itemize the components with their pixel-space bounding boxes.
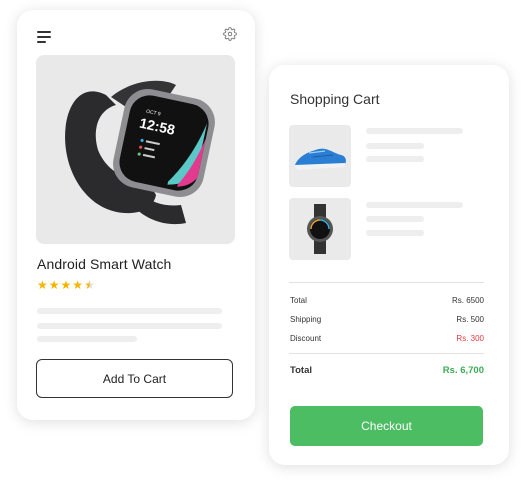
- hamburger-menu-icon[interactable]: [37, 31, 51, 43]
- subtotal-label: Total: [290, 296, 307, 305]
- item-placeholder-line: [366, 156, 424, 162]
- product-card: OCT 9 12:58 Android Smart Watch ★ ★ ★ ★ ★ Ad…: [17, 10, 255, 420]
- grand-total-row: Total Rs. 6,700: [290, 365, 484, 376]
- shipping-value: Rs. 500: [456, 315, 484, 324]
- sneaker-image: [295, 148, 346, 170]
- gear-icon[interactable]: [223, 27, 237, 41]
- rating-stars: ★ ★ ★ ★ ★: [37, 279, 95, 291]
- description-placeholder-line: [37, 336, 137, 342]
- item-placeholder-line: [366, 216, 424, 222]
- item-placeholder-line: [366, 128, 463, 134]
- grand-total-label: Total: [290, 365, 312, 376]
- cart-title: Shopping Cart: [290, 91, 380, 107]
- star-icon: ★: [48, 278, 60, 292]
- cart-item-thumbnail-sneaker[interactable]: [289, 125, 351, 187]
- shopping-cart-card: Shopping Cart Total Rs. 6500 Shipping Rs…: [269, 65, 509, 465]
- description-placeholder-line: [37, 323, 222, 329]
- add-to-cart-button[interactable]: Add To Cart: [36, 359, 233, 398]
- description-placeholder-line: [37, 308, 222, 314]
- star-icon: ★: [37, 278, 48, 292]
- smart-watch-thumb-image: [307, 204, 333, 254]
- star-icon: ★: [72, 278, 84, 292]
- cart-item-thumbnail-watch[interactable]: [289, 198, 351, 260]
- subtotal-value: Rs. 6500: [451, 296, 484, 305]
- divider: [289, 282, 484, 283]
- discount-label: Discount: [290, 334, 322, 343]
- half-star-icon: ★: [84, 278, 95, 292]
- grand-total-value: Rs. 6,700: [442, 365, 484, 376]
- star-icon: ★: [60, 278, 72, 292]
- product-name: Android Smart Watch: [37, 256, 172, 272]
- item-placeholder-line: [366, 230, 424, 236]
- item-placeholder-line: [366, 202, 463, 208]
- smart-watch-image: OCT 9 12:58: [65, 80, 215, 225]
- divider: [289, 353, 484, 354]
- shipping-row: Shipping Rs. 500: [290, 315, 484, 324]
- checkout-button[interactable]: Checkout: [290, 406, 483, 446]
- item-placeholder-line: [366, 143, 424, 149]
- subtotal-row: Total Rs. 6500: [290, 296, 484, 305]
- discount-value: Rs. 300: [456, 334, 484, 343]
- product-image[interactable]: OCT 9 12:58: [36, 55, 235, 244]
- discount-row: Discount Rs. 300: [290, 334, 484, 343]
- shipping-label: Shipping: [290, 315, 322, 324]
